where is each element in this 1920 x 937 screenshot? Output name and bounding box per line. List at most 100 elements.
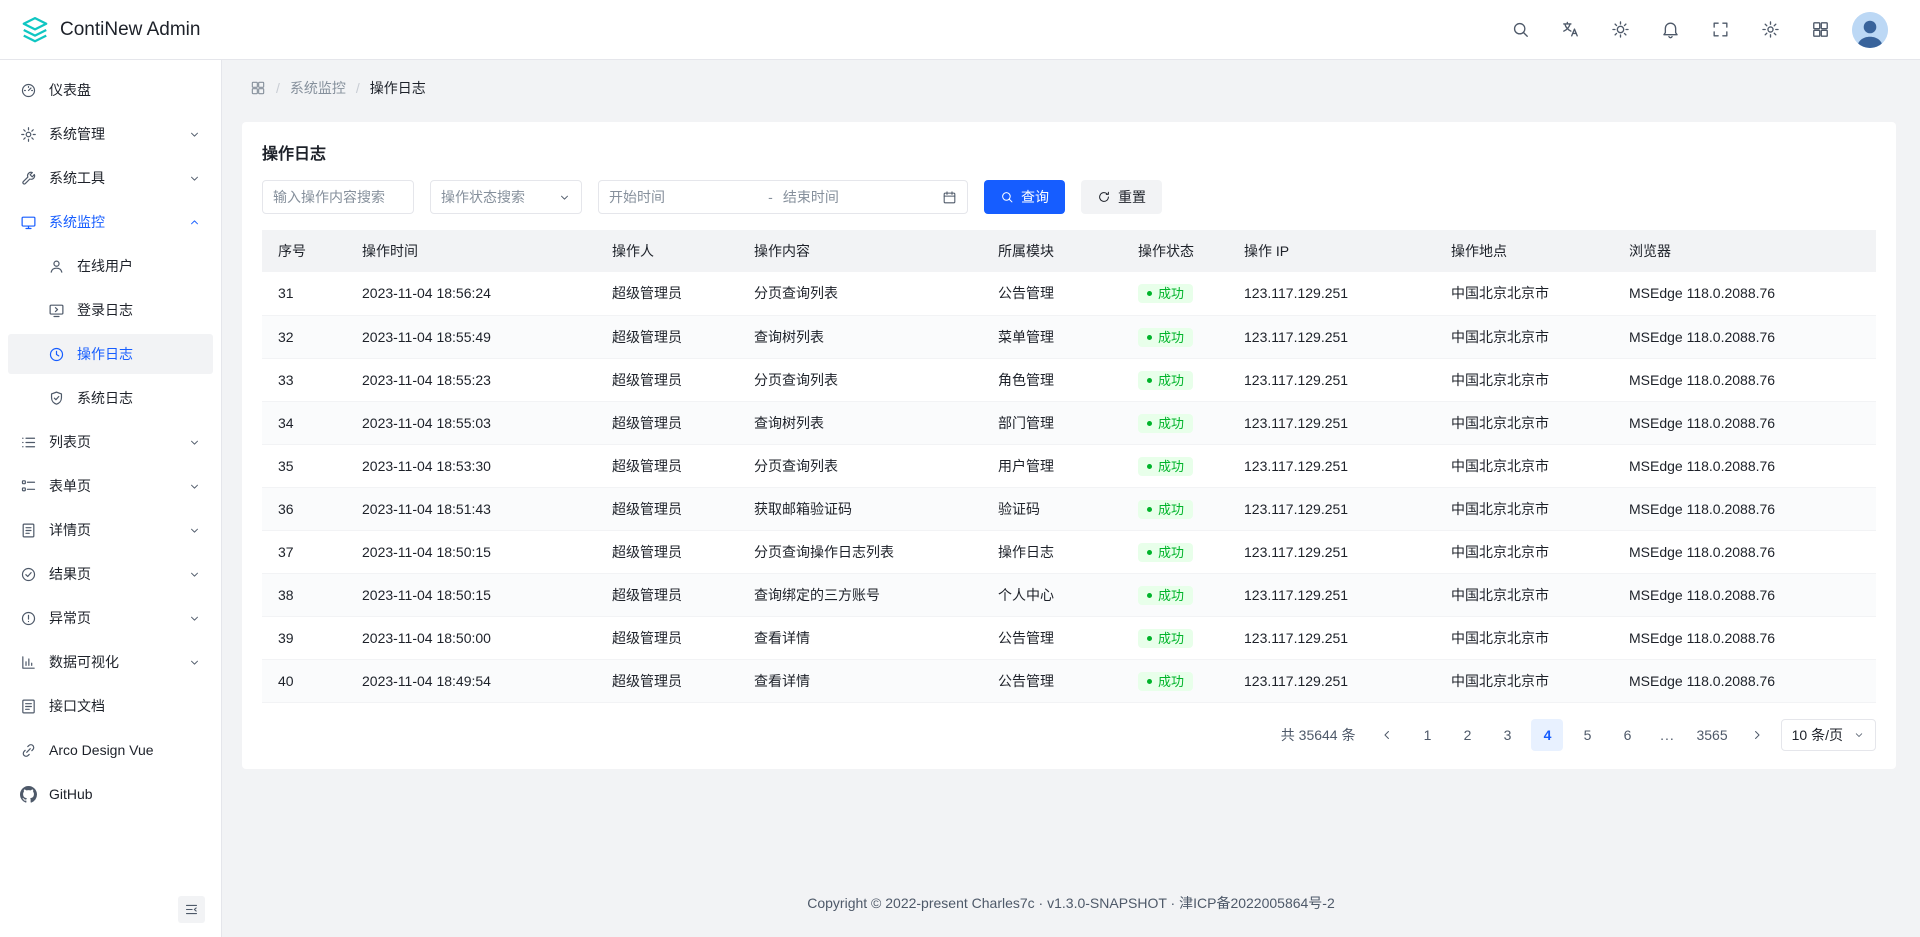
cell-module: 验证码 bbox=[982, 487, 1122, 530]
sidebar-item-system-monitor[interactable]: 系统监控 bbox=[8, 202, 213, 242]
sidebar-item-system-tools[interactable]: 系统工具 bbox=[8, 158, 213, 198]
breadcrumb-item-system-monitor[interactable]: 系统监控 bbox=[290, 78, 346, 98]
theme-icon[interactable] bbox=[1602, 12, 1638, 48]
page-size-select[interactable]: 10 条/页 bbox=[1781, 719, 1876, 751]
content-search-input[interactable] bbox=[273, 189, 403, 205]
cell-location: 中国北京北京市 bbox=[1435, 444, 1613, 487]
cell-module: 用户管理 bbox=[982, 444, 1122, 487]
sidebar-collapse-button[interactable] bbox=[178, 896, 205, 923]
chevron-down-icon bbox=[1853, 729, 1865, 741]
pagination-page-4[interactable]: 4 bbox=[1531, 719, 1563, 751]
status-text: 成功 bbox=[1158, 417, 1184, 430]
pagination: 共 35644 条 123456...3565 10 条/页 bbox=[262, 719, 1876, 751]
sidebar-item-detail-page[interactable]: 详情页 bbox=[8, 510, 213, 550]
search-button[interactable]: 查询 bbox=[984, 180, 1065, 214]
status-badge: 成功 bbox=[1138, 328, 1193, 347]
status-badge: 成功 bbox=[1138, 414, 1193, 433]
cell-id: 40 bbox=[262, 659, 346, 702]
date-separator: - bbox=[768, 189, 773, 205]
cell-browser: MSEdge 118.0.2088.76 bbox=[1613, 272, 1876, 315]
sidebar-item-form-page[interactable]: 表单页 bbox=[8, 466, 213, 506]
pagination-prev-button[interactable] bbox=[1371, 719, 1403, 751]
table-row: 342023-11-04 18:55:03超级管理员查询树列表部门管理成功123… bbox=[262, 401, 1876, 444]
breadcrumb: / 系统监控 / 操作日志 bbox=[222, 60, 1920, 98]
cell-operator: 超级管理员 bbox=[596, 272, 738, 315]
sidebar-item-data-visualization[interactable]: 数据可视化 bbox=[8, 642, 213, 682]
body-row: 仪表盘系统管理系统工具系统监控在线用户登录日志操作日志系统日志列表页表单页详情页… bbox=[0, 60, 1920, 937]
pagination-page-6[interactable]: 6 bbox=[1611, 719, 1643, 751]
cell-content: 分页查询列表 bbox=[738, 272, 982, 315]
table-row: 312023-11-04 18:56:24超级管理员分页查询列表公告管理成功12… bbox=[262, 272, 1876, 315]
status-dot-icon bbox=[1147, 550, 1152, 555]
pagination-next-button[interactable] bbox=[1741, 719, 1773, 751]
search-icon[interactable] bbox=[1502, 12, 1538, 48]
sidebar-item-label: 数据可视化 bbox=[49, 652, 176, 672]
cell-browser: MSEdge 118.0.2088.76 bbox=[1613, 401, 1876, 444]
cell-time: 2023-11-04 18:53:30 bbox=[346, 444, 596, 487]
api-doc-icon bbox=[20, 698, 37, 715]
cell-browser: MSEdge 118.0.2088.76 bbox=[1613, 444, 1876, 487]
chevron-down-icon bbox=[188, 524, 201, 537]
cell-module: 菜单管理 bbox=[982, 315, 1122, 358]
cell-browser: MSEdge 118.0.2088.76 bbox=[1613, 487, 1876, 530]
cell-time: 2023-11-04 18:55:49 bbox=[346, 315, 596, 358]
sidebar-item-api-doc[interactable]: 接口文档 bbox=[8, 686, 213, 726]
sidebar-item-list-page[interactable]: 列表页 bbox=[8, 422, 213, 462]
cell-ip: 123.117.129.251 bbox=[1228, 444, 1435, 487]
sidebar-item-label: 表单页 bbox=[49, 476, 176, 496]
cell-id: 38 bbox=[262, 573, 346, 616]
status-badge: 成功 bbox=[1138, 457, 1193, 476]
app-logo[interactable]: ContiNew Admin bbox=[20, 15, 200, 45]
cell-content: 查询树列表 bbox=[738, 315, 982, 358]
date-range-picker[interactable]: 开始时间 - 结束时间 bbox=[598, 180, 968, 214]
cell-location: 中国北京北京市 bbox=[1435, 530, 1613, 573]
notification-icon[interactable] bbox=[1652, 12, 1688, 48]
sidebar-item-system-management[interactable]: 系统管理 bbox=[8, 114, 213, 154]
column-header: 序号 bbox=[262, 230, 346, 272]
cell-operator: 超级管理员 bbox=[596, 487, 738, 530]
sidebar-item-result-page[interactable]: 结果页 bbox=[8, 554, 213, 594]
pagination-page-5[interactable]: 5 bbox=[1571, 719, 1603, 751]
sidebar-item-github[interactable]: GitHub bbox=[8, 774, 213, 814]
layout-icon[interactable] bbox=[1802, 12, 1838, 48]
status-text: 成功 bbox=[1158, 546, 1184, 559]
status-dot-icon bbox=[1147, 593, 1152, 598]
translate-icon[interactable] bbox=[1552, 12, 1588, 48]
reset-button[interactable]: 重置 bbox=[1081, 180, 1162, 214]
cell-content: 查看详情 bbox=[738, 659, 982, 702]
cell-id: 34 bbox=[262, 401, 346, 444]
chevron-down-icon bbox=[188, 172, 201, 185]
sidebar-item-operation-log[interactable]: 操作日志 bbox=[8, 334, 213, 374]
settings-icon[interactable] bbox=[1752, 12, 1788, 48]
sidebar-item-exception-page[interactable]: 异常页 bbox=[8, 598, 213, 638]
sidebar-item-system-log[interactable]: 系统日志 bbox=[8, 378, 213, 418]
status-text: 成功 bbox=[1158, 632, 1184, 645]
status-text: 成功 bbox=[1158, 675, 1184, 688]
cell-ip: 123.117.129.251 bbox=[1228, 573, 1435, 616]
page-title: 操作日志 bbox=[262, 140, 1876, 164]
cell-location: 中国北京北京市 bbox=[1435, 487, 1613, 530]
apps-icon[interactable] bbox=[250, 80, 266, 96]
pagination-page-3565[interactable]: 3565 bbox=[1691, 719, 1732, 751]
sidebar-item-dashboard[interactable]: 仪表盘 bbox=[8, 70, 213, 110]
sidebar-item-link[interactable]: Arco Design Vue bbox=[8, 730, 213, 770]
sidebar-item-online-user[interactable]: 在线用户 bbox=[8, 246, 213, 286]
sidebar-item-label: 仪表盘 bbox=[49, 80, 201, 100]
sidebar-item-login-log[interactable]: 登录日志 bbox=[8, 290, 213, 330]
cell-time: 2023-11-04 18:50:00 bbox=[346, 616, 596, 659]
pagination-more[interactable]: ... bbox=[1651, 719, 1683, 751]
column-header: 操作内容 bbox=[738, 230, 982, 272]
avatar[interactable] bbox=[1852, 12, 1888, 48]
status-select[interactable]: 操作状态搜索 bbox=[430, 180, 582, 214]
data-visualization-icon bbox=[20, 654, 37, 671]
status-badge: 成功 bbox=[1138, 500, 1193, 519]
chevron-up-icon bbox=[188, 216, 201, 229]
pagination-page-1[interactable]: 1 bbox=[1411, 719, 1443, 751]
fullscreen-icon[interactable] bbox=[1702, 12, 1738, 48]
sidebar-menu: 仪表盘系统管理系统工具系统监控在线用户登录日志操作日志系统日志列表页表单页详情页… bbox=[0, 70, 221, 814]
pagination-page-3[interactable]: 3 bbox=[1491, 719, 1523, 751]
cell-operator: 超级管理员 bbox=[596, 358, 738, 401]
pagination-page-2[interactable]: 2 bbox=[1451, 719, 1483, 751]
cell-module: 公告管理 bbox=[982, 616, 1122, 659]
chevron-down-icon bbox=[188, 436, 201, 449]
